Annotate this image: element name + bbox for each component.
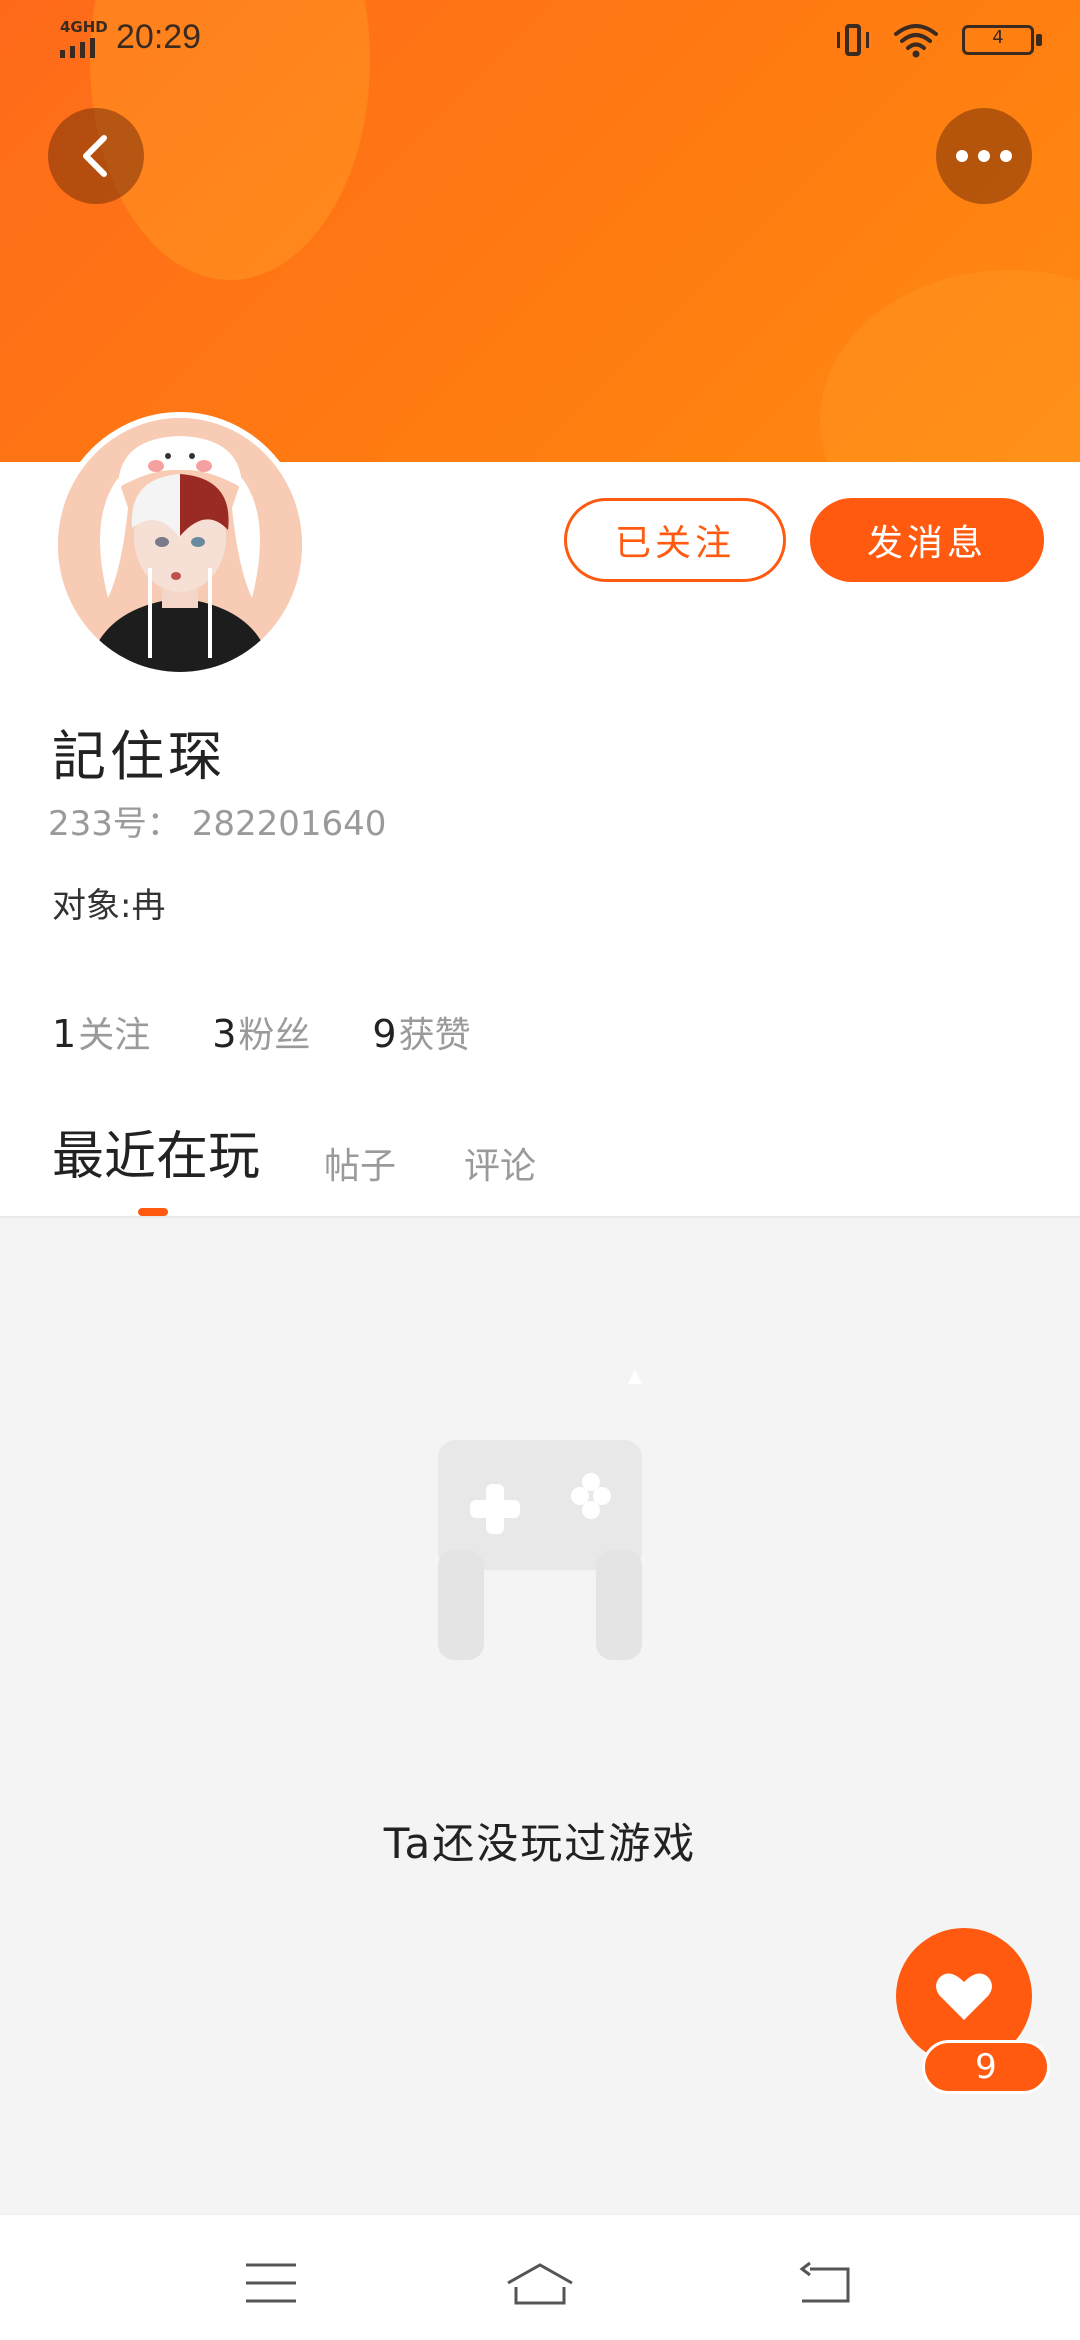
wifi-icon (894, 24, 938, 58)
tab-active-indicator (138, 1208, 168, 1216)
gamepad-icon (438, 1370, 642, 1660)
empty-state-text: Ta还没玩过游戏 (383, 1819, 697, 1868)
more-button[interactable] (936, 108, 1032, 204)
avatar[interactable] (52, 412, 308, 678)
status-bar: 4GHD 20:29 4 (0, 0, 1080, 80)
tab-comments[interactable]: 评论 (464, 1137, 536, 1189)
system-nav-bar (0, 2214, 1080, 2340)
stat-likes[interactable]: 9获赞 (372, 1006, 470, 1058)
tab-recently-played[interactable]: 最近在玩 (52, 1114, 260, 1189)
back-icon[interactable] (796, 2261, 854, 2305)
stat-value: 3 (212, 1012, 237, 1056)
vibrate-icon (836, 22, 870, 58)
battery-icon: 4 (962, 25, 1042, 55)
status-time: 20:29 (116, 18, 202, 56)
avatar-image (58, 418, 302, 672)
like-count: 9 (922, 2040, 1050, 2094)
battery-level: 4 (992, 27, 1004, 48)
header-decoration (820, 270, 1080, 462)
heart-icon (936, 1973, 992, 2020)
tab-posts[interactable]: 帖子 (324, 1137, 396, 1189)
home-icon[interactable] (504, 2261, 576, 2307)
stat-label: 关注 (78, 1015, 151, 1056)
network-indicator: 4GHD (58, 18, 108, 58)
menu-icon[interactable] (244, 2261, 298, 2305)
followed-button[interactable]: 已关注 (564, 498, 786, 582)
signal-icon (60, 38, 95, 58)
stat-value: 9 (372, 1012, 397, 1056)
profile-tabs: 最近在玩 帖子 评论 (52, 1114, 604, 1189)
username: 記住琛 (52, 725, 226, 788)
empty-content-area (0, 1218, 1080, 2218)
stat-following[interactable]: 1关注 (52, 1006, 150, 1058)
stat-label: 获赞 (398, 1015, 471, 1056)
more-dots-icon (956, 150, 1012, 162)
chevron-left-icon (83, 135, 107, 177)
user-id[interactable]: 233号： 282201640 (48, 796, 386, 845)
send-message-button[interactable]: 发消息 (810, 498, 1044, 582)
back-button[interactable] (48, 108, 144, 204)
user-bio: 对象:冉 (52, 886, 166, 926)
stat-value: 1 (52, 1012, 77, 1056)
stat-followers[interactable]: 3粉丝 (212, 1006, 310, 1058)
profile-stats: 1关注 3粉丝 9获赞 (52, 1006, 471, 1058)
stat-label: 粉丝 (238, 1015, 311, 1056)
network-label: 4GHD (60, 18, 108, 36)
